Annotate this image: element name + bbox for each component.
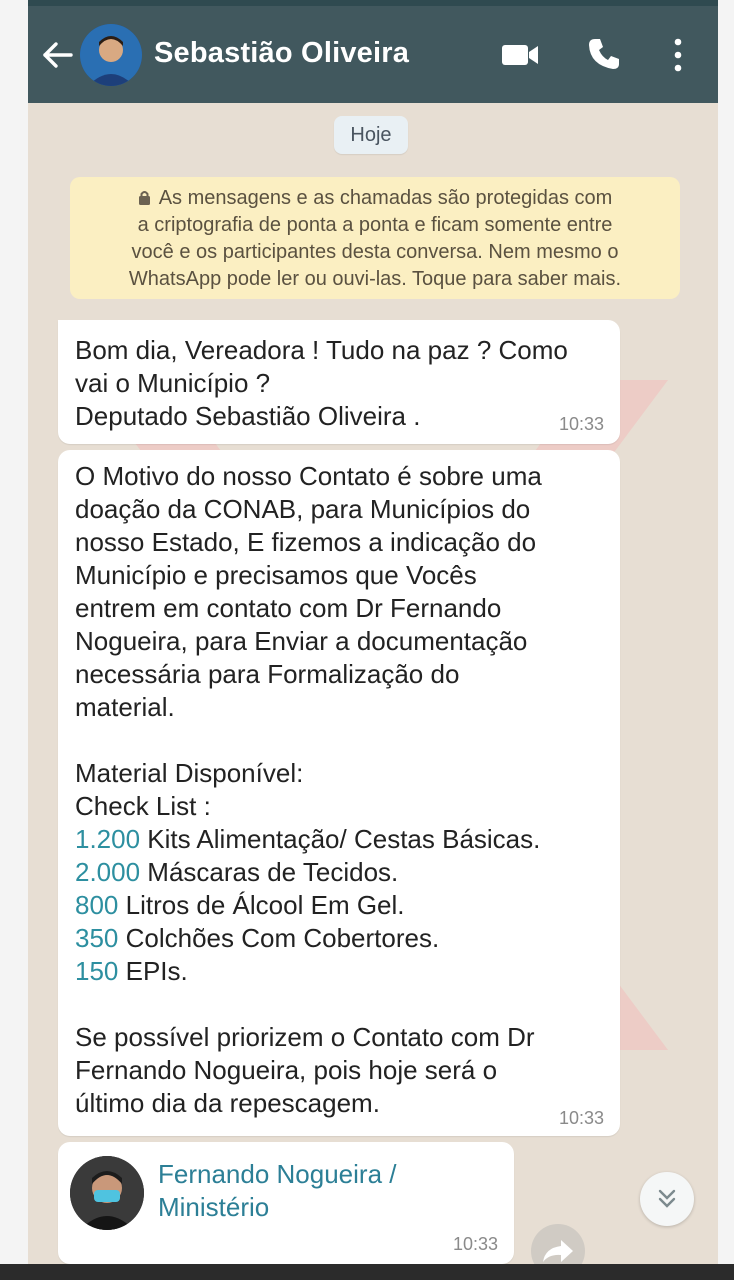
item-description: Kits Alimentação/ Cestas Básicas. — [140, 824, 541, 854]
encryption-notice[interactable]: As mensagens e as chamadas são protegida… — [70, 177, 680, 299]
checklist-item: 150 EPIs. — [75, 955, 542, 988]
message-time: 10:33 — [558, 414, 604, 434]
checklist-heading: Check List : — [75, 791, 211, 821]
message-line: Se possível priorizem o Contato com Dr — [75, 1022, 535, 1052]
scroll-down-button[interactable] — [640, 1172, 694, 1226]
message-line: entrem em contato com Dr Fernando — [75, 593, 502, 623]
forward-arrow-icon — [543, 1240, 573, 1262]
lock-icon — [138, 191, 150, 205]
item-description: Máscaras de Tecidos. — [140, 857, 399, 887]
message-time: 10:33 — [558, 1108, 604, 1128]
bottom-bar — [0, 1264, 734, 1280]
shared-contact-name[interactable]: Fernando Nogueira / Ministério — [158, 1158, 396, 1224]
checklist-item: 2.000 Máscaras de Tecidos. — [75, 856, 542, 889]
message-line: Fernando Nogueira, pois hoje será o — [75, 1055, 498, 1085]
checklist-item: 800 Litros de Álcool Em Gel. — [75, 889, 542, 922]
item-quantity[interactable]: 150 — [75, 956, 118, 986]
item-quantity[interactable]: 800 — [75, 890, 118, 920]
item-description: EPIs. — [118, 956, 188, 986]
message-line: nosso Estado, E fizemos a indicação do — [75, 527, 537, 557]
message-text: O Motivo do nosso Contato é sobre uma do… — [75, 460, 542, 1120]
double-chevron-down-icon — [658, 1189, 676, 1208]
message-line: Deputado Sebastião Oliveira . — [75, 401, 421, 431]
message-bubble[interactable]: Bom dia, Vereadora ! Tudo na paz ? Como … — [58, 320, 620, 444]
checklist-item: 1.200 Kits Alimentação/ Cestas Básicas. — [75, 823, 542, 856]
message-line: necessária para Formalização do — [75, 659, 460, 689]
item-quantity[interactable]: 350 — [75, 923, 118, 953]
item-description: Colchões Com Cobertores. — [118, 923, 440, 953]
contact-name-line: Ministério — [158, 1192, 270, 1222]
notice-line: você e os participantes desta conversa. … — [131, 241, 619, 263]
item-quantity[interactable]: 2.000 — [75, 857, 140, 887]
message-line: Nogueira, para Enviar a documentação — [75, 626, 528, 656]
message-line: vai o Município ? — [75, 368, 271, 398]
message-bubble[interactable]: O Motivo do nosso Contato é sobre uma do… — [58, 450, 620, 1136]
contact-name-line: Fernando Nogueira / — [158, 1159, 397, 1189]
forward-button[interactable] — [531, 1224, 585, 1264]
message-text: Bom dia, Vereadora ! Tudo na paz ? Como … — [75, 334, 568, 433]
whatsapp-screen: Sebastião Oliveira Hoje As mensagens e a… — [28, 0, 718, 1264]
notice-line: a criptografia de ponta a ponta e ficam … — [137, 214, 613, 236]
item-description: Litros de Álcool Em Gel. — [118, 890, 405, 920]
message-line: Bom dia, Vereadora ! Tudo na paz ? Como — [75, 335, 568, 365]
item-quantity[interactable]: 1.200 — [75, 824, 140, 854]
date-chip: Hoje — [334, 116, 408, 154]
shared-contact-avatar[interactable] — [70, 1156, 144, 1230]
material-heading: Material Disponível: — [75, 758, 304, 788]
notice-line: As mensagens e as chamadas são protegida… — [70, 185, 680, 212]
message-line: Município e precisamos que Vocês — [75, 560, 477, 590]
message-line: doação da CONAB, para Municípios do — [75, 494, 531, 524]
message-time: 10:33 — [452, 1234, 498, 1254]
contact-card-message[interactable]: Fernando Nogueira / Ministério 10:33 — [58, 1142, 514, 1264]
checklist-item: 350 Colchões Com Cobertores. — [75, 922, 542, 955]
message-line: O Motivo do nosso Contato é sobre uma — [75, 461, 542, 491]
message-line: material. — [75, 692, 175, 722]
message-line: último dia da repescagem. — [75, 1088, 380, 1118]
notice-line: WhatsApp pode ler ou ouvi-las. Toque par… — [128, 268, 622, 290]
